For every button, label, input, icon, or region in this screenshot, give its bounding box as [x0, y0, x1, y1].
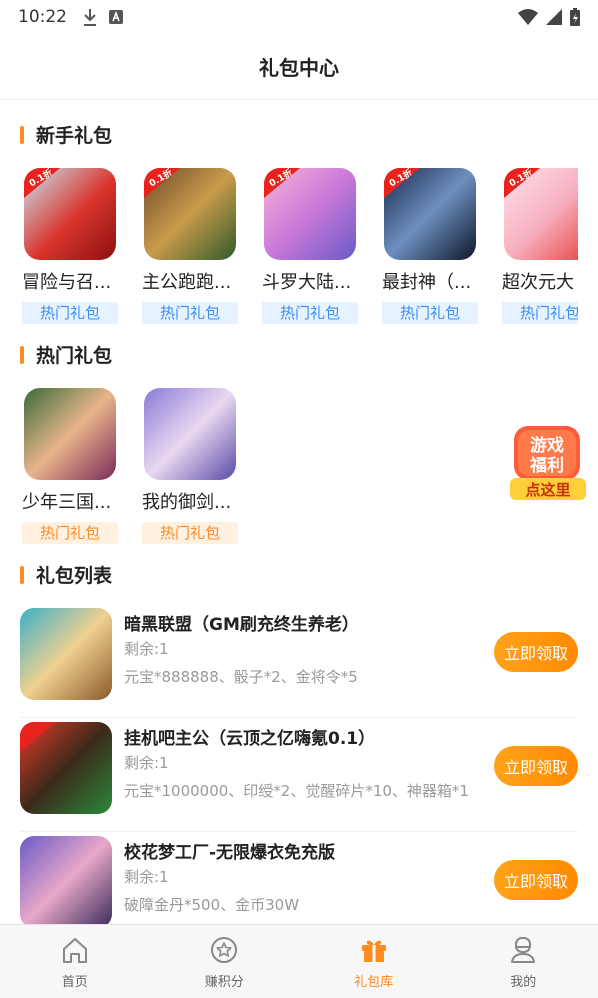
claim-button[interactable]: 立即领取 — [494, 860, 578, 900]
gift-list-item[interactable]: 校花梦工厂-无限爆衣免充版 剩余:1 破障金丹*500、金币30W 立即领取 — [20, 834, 578, 924]
game-icon — [20, 722, 112, 814]
game-card[interactable]: 0.1折 主公跑跑... 热门礼包 — [142, 168, 238, 324]
tab-mine[interactable]: 我的 — [449, 925, 598, 998]
gift-icon — [361, 940, 386, 962]
gift-badge: 热门礼包 — [22, 302, 118, 324]
game-name: 少年三国... — [22, 492, 112, 513]
game-welfare-float-button[interactable]: 游戏 福利 点这里 — [508, 424, 588, 502]
home-icon — [62, 938, 87, 963]
gift-title: 校花梦工厂-无限爆衣免充版 — [124, 843, 336, 863]
game-icon: 0.1折 — [144, 168, 236, 260]
tab-earn-points[interactable]: 赚积分 — [150, 925, 300, 998]
gift-title: 挂机吧主公（云顶之亿嗨氪0.1） — [124, 729, 376, 749]
section-accent-bar — [20, 345, 24, 364]
game-name: 主公跑跑... — [142, 272, 232, 293]
wifi-icon — [518, 9, 538, 25]
star-coin-icon — [211, 937, 238, 963]
header: 礼包中心 — [0, 34, 598, 100]
tab-gift-library[interactable]: 礼包库 — [299, 925, 449, 998]
game-card[interactable]: 0.1折 冒险与召... 热门礼包 — [22, 168, 118, 324]
gift-remaining: 剩余:1 — [124, 868, 169, 886]
game-icon — [20, 608, 112, 700]
gift-badge: 热门礼包 — [262, 302, 358, 324]
game-name: 我的御剑... — [142, 492, 232, 513]
game-card[interactable]: 0.1折 超次元大 热门礼包 — [502, 168, 578, 324]
gift-list-item[interactable]: 挂机吧主公（云顶之亿嗨氪0.1） 剩余:1 元宝*1000000、印绶*2、觉醒… — [20, 720, 578, 832]
gift-badge: 热门礼包 — [382, 302, 478, 324]
gift-list-item[interactable]: 暗黑联盟（GM刷充终生养老） 剩余:1 元宝*888888、骰子*2、金将令*5… — [20, 606, 578, 718]
game-name: 最封神（... — [382, 272, 472, 293]
gift-badge: 热门礼包 — [502, 302, 578, 324]
game-icon: 0.1折 — [384, 168, 476, 260]
page-title: 礼包中心 — [259, 56, 339, 80]
game-name: 斗罗大陆... — [262, 272, 352, 293]
gift-badge: 热门礼包 — [142, 522, 238, 544]
section-accent-bar — [20, 565, 24, 584]
claim-button[interactable]: 立即领取 — [494, 746, 578, 786]
game-name: 冒险与召... — [22, 272, 112, 293]
game-card[interactable]: 少年三国... 热门礼包 — [22, 388, 118, 544]
game-icon: 0.1折 — [504, 168, 578, 260]
tab-label: 赚积分 — [204, 975, 244, 990]
gift-remaining: 剩余:1 — [124, 754, 169, 772]
claim-button[interactable]: 立即领取 — [494, 632, 578, 672]
bottom-tab-bar: 首页 赚积分 礼包库 我的 — [0, 924, 598, 998]
tab-home[interactable]: 首页 — [0, 925, 150, 998]
status-bar: 10:22 — [0, 0, 598, 34]
game-icon — [20, 836, 112, 924]
banner-line3: 点这里 — [525, 481, 570, 499]
game-card[interactable]: 0.1折 最封神（... 热门礼包 — [382, 168, 478, 324]
welfare-banner-graphic: 游戏 福利 点这里 — [510, 426, 586, 500]
download-icon — [84, 9, 96, 26]
section-title-text: 新手礼包 — [36, 125, 113, 147]
gift-badge: 热门礼包 — [22, 522, 118, 544]
signal-icon — [546, 9, 562, 25]
tab-label: 我的 — [510, 975, 537, 990]
gift-badge: 热门礼包 — [142, 302, 238, 324]
game-icon — [144, 388, 236, 480]
section-title-text: 热门礼包 — [36, 345, 113, 367]
banner-line2: 福利 — [529, 455, 564, 476]
section-title-newbie: 新手礼包 — [20, 121, 112, 148]
banner-line1: 游戏 — [530, 435, 564, 456]
game-icon — [24, 388, 116, 480]
game-card[interactable]: 0.1折 斗罗大陆... 热门礼包 — [262, 168, 358, 324]
gift-title: 暗黑联盟（GM刷充终生养老） — [124, 615, 359, 635]
section-accent-bar — [20, 125, 24, 144]
section-title-list: 礼包列表 — [20, 561, 112, 588]
gift-rewards: 元宝*888888、骰子*2、金将令*5 — [124, 668, 358, 686]
user-icon — [511, 937, 536, 963]
app-notification-icon — [109, 10, 123, 24]
status-time: 10:22 — [18, 7, 67, 27]
tab-label: 首页 — [61, 975, 88, 990]
game-name: 超次元大 — [502, 272, 574, 293]
section-title-hot: 热门礼包 — [20, 341, 112, 368]
game-card[interactable]: 我的御剑... 热门礼包 — [142, 388, 238, 544]
gift-rewards: 元宝*1000000、印绶*2、觉醒碎片*10、神器箱*1 — [124, 782, 469, 800]
gift-rewards: 破障金丹*500、金币30W — [124, 896, 300, 914]
battery-icon — [570, 8, 580, 26]
game-icon: 0.1折 — [264, 168, 356, 260]
section-title-text: 礼包列表 — [36, 565, 113, 587]
game-icon: 0.1折 — [24, 168, 116, 260]
gift-remaining: 剩余:1 — [124, 640, 169, 658]
tab-label: 礼包库 — [354, 975, 394, 990]
